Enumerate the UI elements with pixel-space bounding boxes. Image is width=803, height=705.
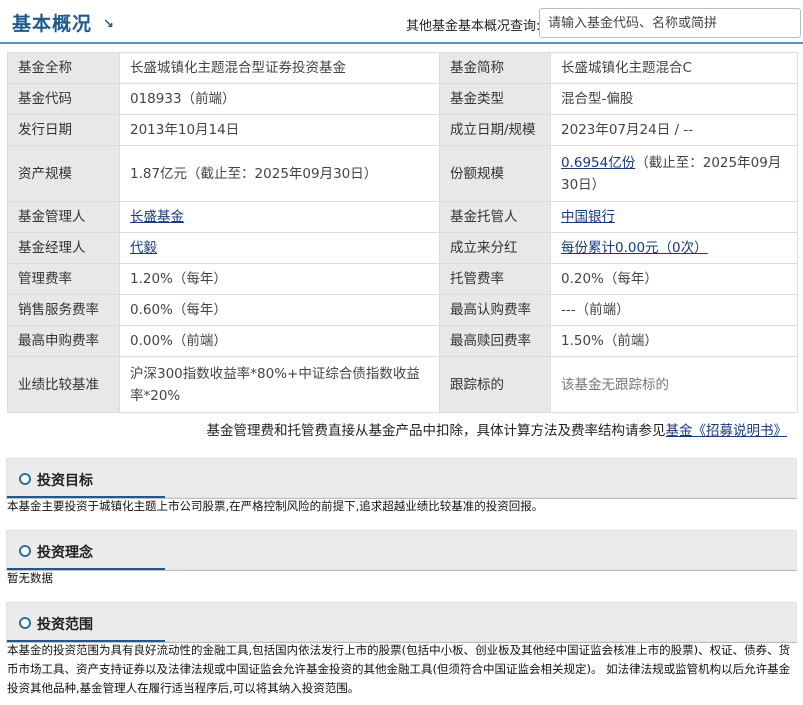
- value-established: 2023年07月24日 / --: [550, 114, 798, 146]
- circle-icon: [19, 473, 31, 485]
- value-full-name: 长盛城镇化主题混合型证券投资基金: [119, 52, 440, 84]
- label-manager: 基金管理人: [7, 201, 120, 233]
- label-subscription-fee: 最高认购费率: [439, 294, 551, 326]
- table-row: 销售服务费率 0.60%（每年） 最高认购费率 ---（前端）: [7, 294, 798, 326]
- label-service-fee: 销售服务费率: [7, 294, 120, 326]
- value-manager: 长盛基金: [119, 201, 440, 233]
- value-asset-size: 1.87亿元（截止至：2025年09月30日）: [119, 145, 440, 202]
- label-dividend: 成立来分红: [439, 232, 551, 264]
- label-issue-date: 发行日期: [7, 114, 120, 146]
- section-header-scope: 投资范围: [6, 602, 797, 642]
- label-purchase-fee: 最高申购费率: [7, 325, 120, 357]
- table-row: 基金经理人 代毅 成立来分红 每份累计0.00元（0次）: [7, 232, 798, 264]
- table-row: 管理费率 1.20%（每年） 托管费率 0.20%（每年）: [7, 263, 798, 295]
- table-row: 基金全称 长盛城镇化主题混合型证券投资基金 基金简称 长盛城镇化主题混合C: [7, 52, 798, 84]
- fund-search-input[interactable]: [539, 8, 801, 38]
- label-custody-fee: 托管费率: [439, 263, 551, 295]
- label-fund-code: 基金代码: [7, 83, 120, 115]
- label-established: 成立日期/规模: [439, 114, 551, 146]
- value-dividend: 每份累计0.00元（0次）: [550, 232, 798, 264]
- table-row: 基金代码 018933（前端） 基金类型 混合型-偏股: [7, 83, 798, 115]
- value-fund-manager: 代毅: [119, 232, 440, 264]
- page-header: 基本概况 ↘ 其他基金基本概况查询:: [0, 0, 803, 44]
- circle-icon: [19, 545, 31, 557]
- section-body-philosophy: 暂无数据: [7, 571, 53, 585]
- value-short-name: 长盛城镇化主题混合C: [550, 52, 798, 84]
- section-title-objective: 投资目标: [37, 473, 93, 489]
- label-benchmark: 业绩比较基准: [7, 356, 120, 413]
- label-short-name: 基金简称: [439, 52, 551, 84]
- section-header-objective: 投资目标: [6, 458, 797, 498]
- custodian-link[interactable]: 中国银行: [561, 209, 615, 225]
- value-share-size: 0.6954亿份（截止至：2025年09月30日）: [550, 145, 798, 202]
- label-asset-size: 资产规模: [7, 145, 120, 202]
- dividend-link[interactable]: 每份累计0.00元（0次）: [561, 240, 708, 256]
- value-benchmark: 沪深300指数收益率*80%+中证综合债指数收益率*20%: [119, 356, 440, 413]
- label-custodian: 基金托管人: [439, 201, 551, 233]
- section-title-philosophy: 投资理念: [37, 545, 93, 561]
- page-title: 基本概况: [12, 13, 93, 35]
- value-management-fee: 1.20%（每年）: [119, 263, 440, 295]
- value-redemption-fee: 1.50%（前端）: [550, 325, 798, 357]
- fund-info-table: 基金全称 长盛城镇化主题混合型证券投资基金 基金简称 长盛城镇化主题混合C 基金…: [7, 52, 798, 413]
- share-size-link[interactable]: 0.6954亿份: [561, 155, 635, 171]
- prospectus-link[interactable]: 基金《招募说明书》: [666, 423, 788, 439]
- label-fund-manager: 基金经理人: [7, 232, 120, 264]
- fund-manager-link[interactable]: 代毅: [130, 240, 157, 256]
- value-purchase-fee: 0.00%（前端）: [119, 325, 440, 357]
- arrow-icon: ↘: [103, 17, 114, 32]
- value-fund-type: 混合型-偏股: [550, 83, 798, 115]
- label-fund-type: 基金类型: [439, 83, 551, 115]
- table-row: 资产规模 1.87亿元（截止至：2025年09月30日） 份额规模 0.6954…: [7, 145, 798, 202]
- label-redemption-fee: 最高赎回费率: [439, 325, 551, 357]
- value-subscription-fee: ---（前端）: [550, 294, 798, 326]
- label-share-size: 份额规模: [439, 145, 551, 202]
- table-row: 最高申购费率 0.00%（前端） 最高赎回费率 1.50%（前端）: [7, 325, 798, 357]
- circle-icon: [19, 617, 31, 629]
- value-service-fee: 0.60%（每年）: [119, 294, 440, 326]
- manager-link[interactable]: 长盛基金: [130, 209, 184, 225]
- label-full-name: 基金全称: [7, 52, 120, 84]
- table-row: 业绩比较基准 沪深300指数收益率*80%+中证综合债指数收益率*20% 跟踪标…: [7, 356, 798, 413]
- label-management-fee: 管理费率: [7, 263, 120, 295]
- fee-note-text: 基金管理费和托管费直接从基金产品中扣除，具体计算方法及费率结构请参见: [206, 423, 666, 439]
- value-issue-date: 2013年10月14日: [119, 114, 440, 146]
- section-title-scope: 投资范围: [37, 617, 93, 633]
- label-tracking: 跟踪标的: [439, 356, 551, 413]
- header-divider: [0, 42, 803, 44]
- value-fund-code: 018933（前端）: [119, 83, 440, 115]
- table-row: 基金管理人 长盛基金 基金托管人 中国银行: [7, 201, 798, 233]
- value-custody-fee: 0.20%（每年）: [550, 263, 798, 295]
- section-header-philosophy: 投资理念: [6, 530, 797, 570]
- section-body-scope: 本基金的投资范围为具有良好流动性的金融工具,包括国内依法发行上市的股票(包括中小…: [7, 643, 791, 695]
- fee-note: 基金管理费和托管费直接从基金产品中扣除，具体计算方法及费率结构请参见基金《招募说…: [0, 419, 788, 439]
- value-tracking: 该基金无跟踪标的: [550, 356, 798, 413]
- search-label: 其他基金基本概况查询:: [406, 19, 541, 34]
- section-body-objective: 本基金主要投资于城镇化主题上市公司股票,在严格控制风险的前提下,追求超越业绩比较…: [7, 499, 544, 513]
- value-custodian: 中国银行: [550, 201, 798, 233]
- table-row: 发行日期 2013年10月14日 成立日期/规模 2023年07月24日 / -…: [7, 114, 798, 146]
